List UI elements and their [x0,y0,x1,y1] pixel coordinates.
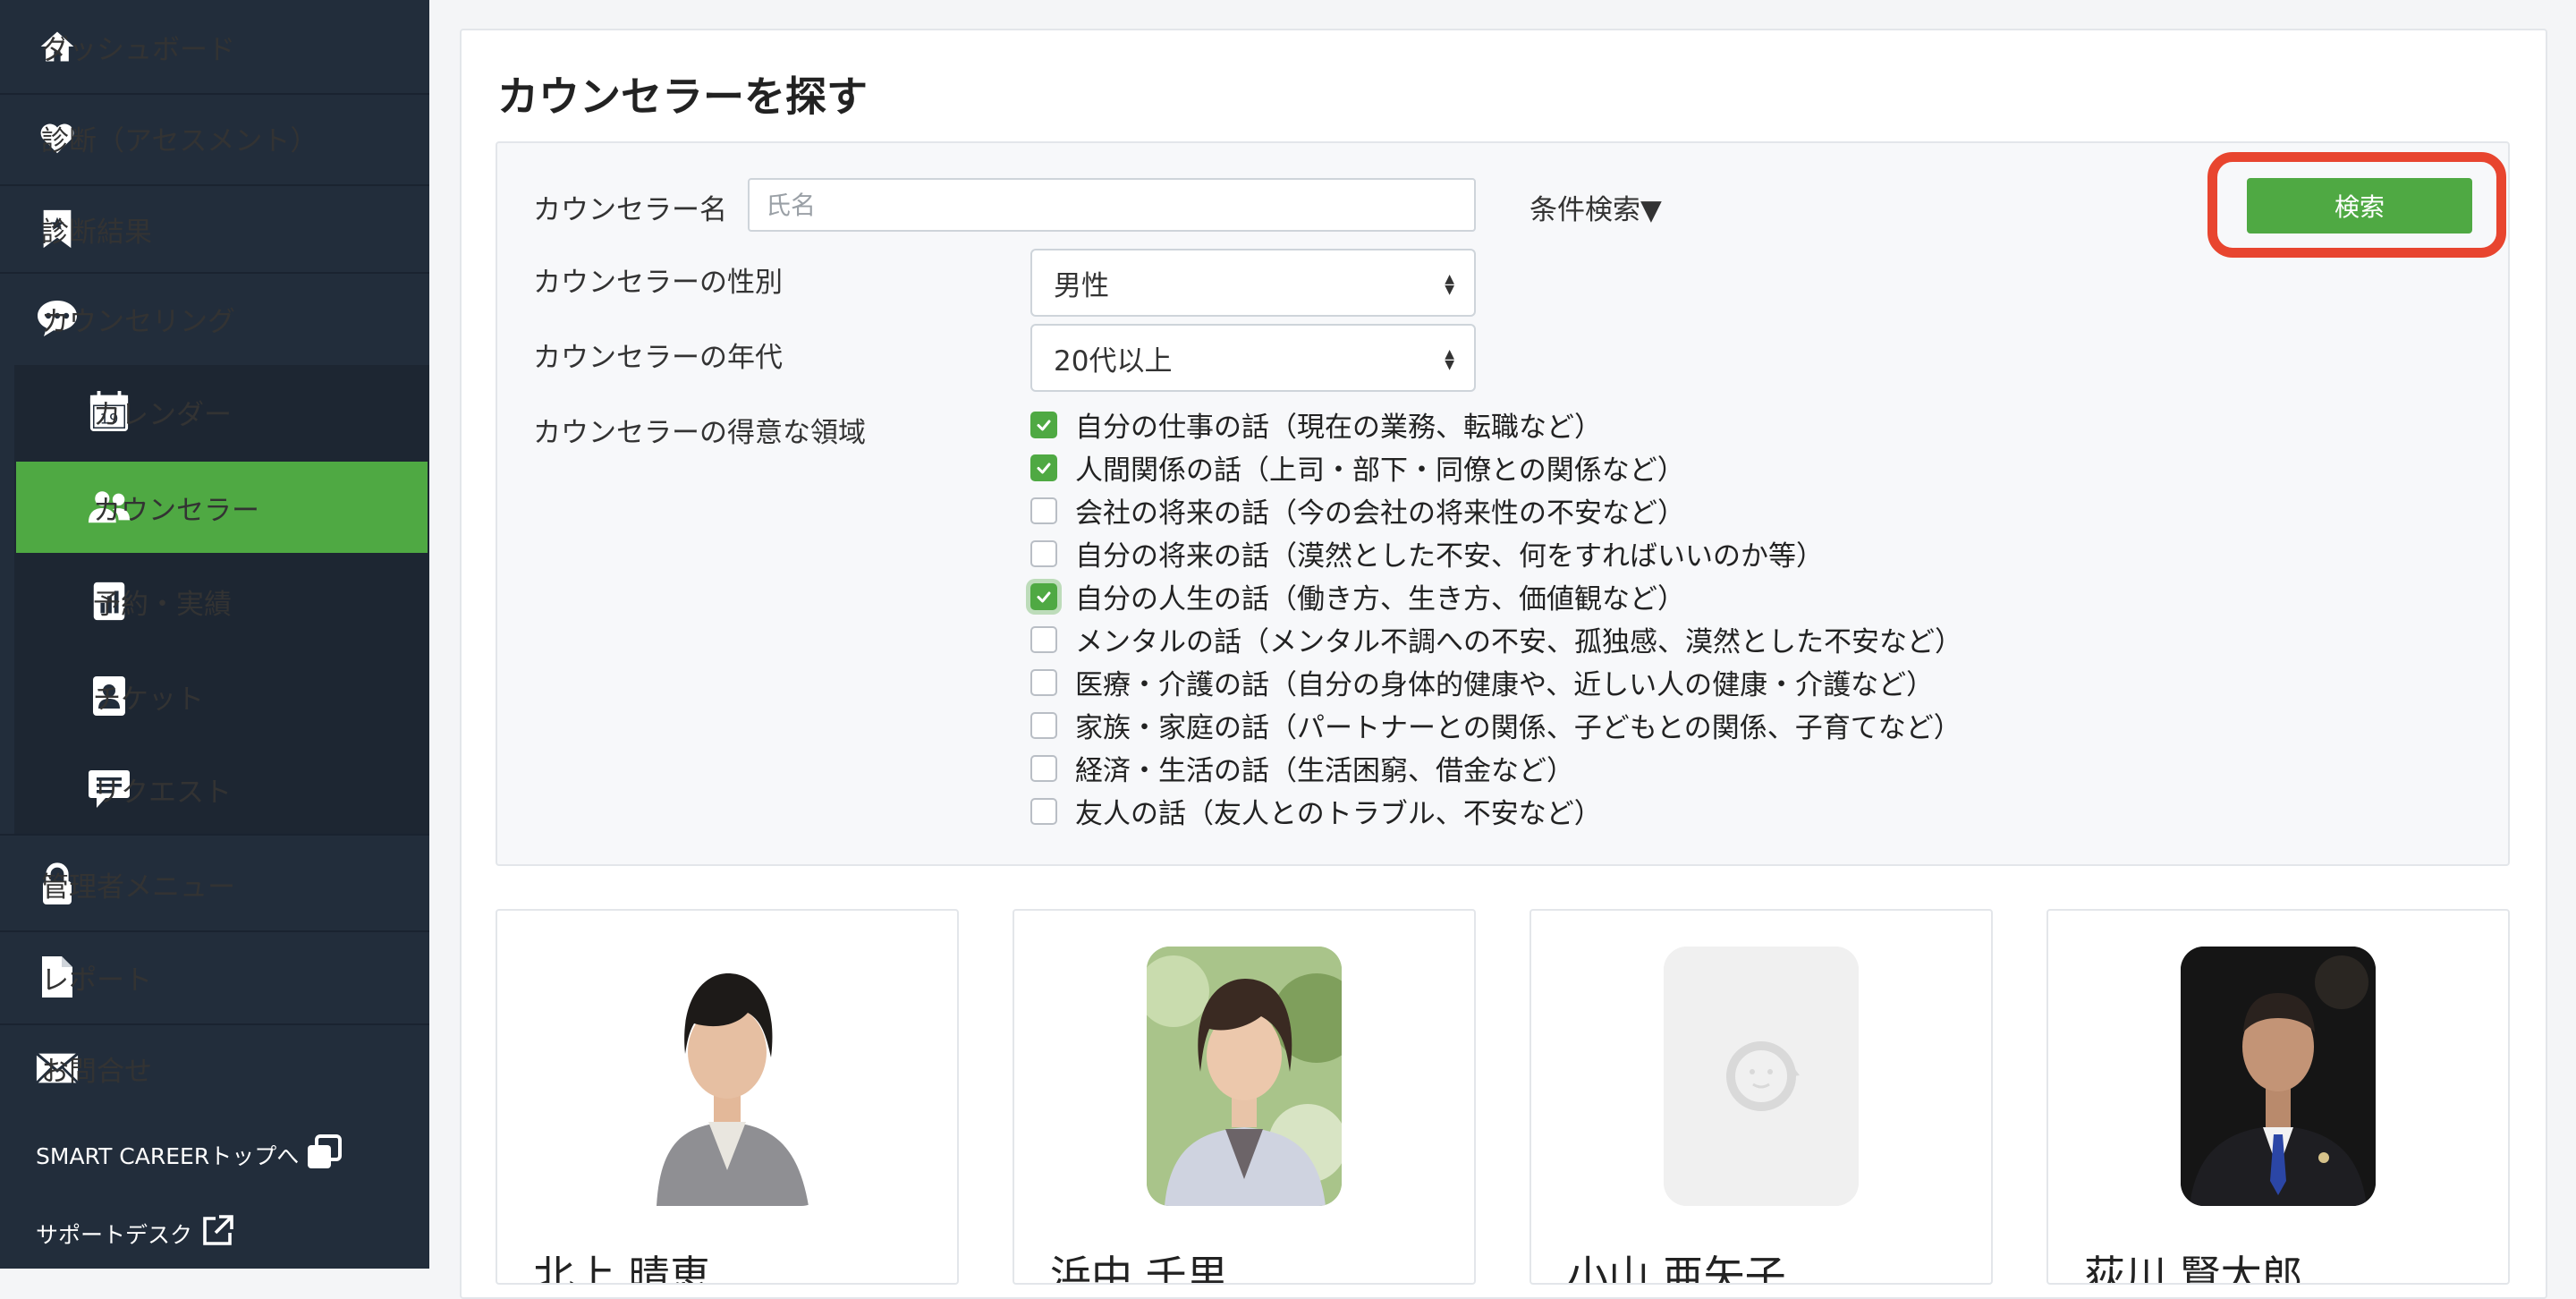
specialty-option-label: メンタルの話（メンタル不調への不安、孤独感、漠然とした不安など） [1075,626,1962,658]
select-arrows-icon: ▲ ▼ [1445,272,1454,297]
sidebar: ダッシュボード 診断（アセスメント） 診断結果 カウンセリング 19 カレンダー… [0,0,429,1269]
specialty-option-label: 自分の人生の話（働き方、生き方、価値観など） [1075,583,1685,616]
avatar-placeholder-icon [1664,947,1859,1206]
gender-select[interactable]: 男性 ▲ ▼ [1030,249,1476,317]
specialty-label: カウンセラーの得意な領域 [533,417,866,449]
specialty-option[interactable]: 経済・生活の話（生活困窮、借金など） [1030,748,1574,788]
counselor-name: 浜中 千里 [1050,1252,1228,1285]
search-button[interactable]: 検索 [2247,178,2472,233]
checkbox[interactable] [1030,797,1057,825]
counselor-name-label: カウンセラー名 [533,194,727,226]
checkbox[interactable] [1030,497,1057,524]
sidebar-item-label: カウンセリング [41,305,235,338]
specialty-option-label: 会社の将来の話（今の会社の将来性の不安など） [1075,497,1685,530]
sidebar-item-calendar[interactable]: 19 カレンダー [86,388,426,435]
counselor-card[interactable]: 小山 亜矢子 [1530,909,1993,1285]
checkbox[interactable] [1030,582,1057,610]
specialty-option-label: 経済・生活の話（生活困窮、借金など） [1075,755,1574,787]
age-label: カウンセラーの年代 [533,342,783,374]
age-select-value: 20代以上 [1054,344,1173,378]
support-desk-link[interactable]: サポートデスク [36,1213,235,1254]
sidebar-item-requests[interactable]: リクエスト [86,766,426,812]
specialty-option-label: 家族・家庭の話（パートナーとの関係、子どもとの関係、子育てなど） [1075,712,1962,744]
specialty-option[interactable]: 自分の将来の話（漠然とした不安、何をすればいいのか等） [1030,533,1824,573]
checkbox[interactable] [1030,539,1057,567]
sidebar-item-assessment[interactable]: 診断（アセスメント） [34,115,410,161]
page-title: カウンセラーを探す [497,72,868,121]
sidebar-item-label: 診断（アセスメント） [41,124,318,157]
sidebar-item-label: チケット [93,683,204,716]
specialty-option-label: 自分の将来の話（漠然とした不安、何をすればいいのか等） [1075,540,1824,573]
counselor-name-input[interactable] [748,178,1476,232]
sidebar-item-label: お問合せ [41,1055,152,1088]
sidebar-item-label: リクエスト [93,776,232,809]
age-select[interactable]: 20代以上 ▲ ▼ [1030,324,1476,392]
sidebar-item-label: カウンセラー [93,494,259,527]
counselor-name: 小山 亜矢子 [1567,1252,1786,1285]
external-link-icon [199,1213,235,1254]
counselor-card[interactable]: 荻川 賢太郎 [2046,909,2510,1285]
specialty-option[interactable]: 家族・家庭の話（パートナーとの関係、子どもとの関係、子育てなど） [1030,705,1962,745]
specialty-option-label: 人間関係の話（上司・部下・同僚との関係など） [1075,454,1685,487]
checkbox[interactable] [1030,411,1057,438]
sidebar-item-label: カレンダー [93,398,232,431]
counselor-name: 北上 晴恵 [533,1252,711,1285]
sidebar-item-results[interactable]: 診断結果 [34,206,410,252]
specialty-option-label: 医療・介護の話（自分の身体的健康や、近しい人の健康・介護など） [1075,669,1935,701]
checkbox[interactable] [1030,454,1057,481]
conditions-toggle[interactable]: 条件検索▼ [1530,187,1662,227]
specialty-option[interactable]: メンタルの話（メンタル不調への不安、孤独感、漠然とした不安など） [1030,619,1962,659]
specialty-option[interactable]: 自分の仕事の話（現在の業務、転職など） [1030,404,1602,445]
sidebar-item-tickets[interactable]: チケット [86,673,426,719]
counselor-photo [2181,947,2376,1206]
counselor-name: 荻川 賢太郎 [2084,1252,2303,1285]
gender-select-value: 男性 [1054,269,1109,302]
gender-label: カウンセラーの性別 [533,267,783,299]
sidebar-item-label: 管理者メニュー [41,870,235,904]
sidebar-item-label: 診断結果 [41,216,152,249]
checkbox[interactable] [1030,625,1057,653]
sidebar-item-reservations[interactable]: 予約・実績 [86,578,426,624]
checkbox[interactable] [1030,754,1057,782]
specialty-option[interactable]: 友人の話（友人とのトラブル、不安など） [1030,791,1602,831]
counselor-card[interactable]: 浜中 千里 [1013,909,1476,1285]
checkbox[interactable] [1030,711,1057,739]
sidebar-item-reports[interactable]: レポート [34,954,410,1000]
specialty-option[interactable]: 人間関係の話（上司・部下・同僚との関係など） [1030,447,1685,488]
sidebar-item-admin-menu[interactable]: 管理者メニュー [34,861,410,907]
specialty-option[interactable]: 自分の人生の話（働き方、生き方、価値観など） [1030,576,1685,616]
checkbox[interactable] [1030,668,1057,696]
counselor-photo [630,947,825,1206]
sidebar-item-label: 予約・実績 [93,588,232,621]
select-arrows-icon: ▲ ▼ [1445,347,1454,372]
sidebar-item-dashboard[interactable]: ダッシュボード [34,23,410,70]
sidebar-item-counselors[interactable]: カウンセラー [16,462,428,553]
counselor-photo [1147,947,1342,1206]
counselor-photo-placeholder [1664,947,1859,1206]
specialty-option-label: 友人の話（友人とのトラブル、不安など） [1075,798,1602,830]
specialty-option[interactable]: 会社の将来の話（今の会社の将来性の不安など） [1030,490,1685,531]
counselor-card[interactable]: 北上 晴恵 [496,909,959,1285]
window-restore-icon [306,1134,343,1176]
sidebar-item-contact[interactable]: お問合せ [34,1045,410,1091]
footer-link-label: SMART CAREERトップへ [36,1143,300,1169]
footer-link-label: サポートデスク [36,1222,193,1248]
sidebar-item-counseling[interactable]: カウンセリング [34,295,410,342]
smart-career-top-link[interactable]: SMART CAREERトップへ [36,1134,343,1176]
specialty-option[interactable]: 医療・介護の話（自分の身体的健康や、近しい人の健康・介護など） [1030,662,1934,702]
sidebar-item-label: ダッシュボード [41,33,235,66]
sidebar-item-label: レポート [41,964,152,997]
specialty-option-label: 自分の仕事の話（現在の業務、転職など） [1075,412,1602,444]
